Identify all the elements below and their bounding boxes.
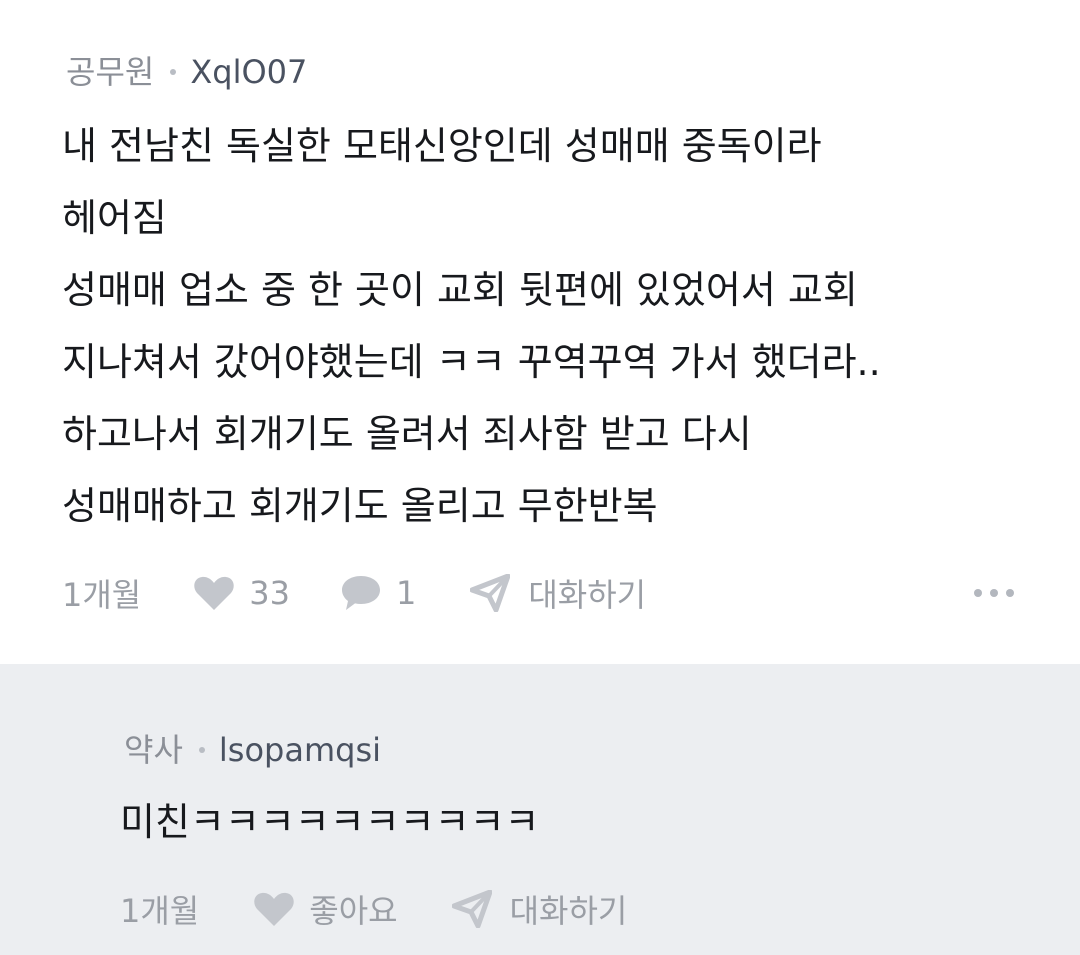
post-card: 공무원 XqlO07 내 전남친 독실한 모태신앙인데 성매매 중독이라 헤어짐… (0, 0, 1080, 664)
reply-section: 약사 lsopamqsi 미친ㅋㅋㅋㅋㅋㅋㅋㅋㅋㅋ 1개월 좋아요 대화하기 (0, 664, 1080, 955)
send-icon (470, 574, 511, 612)
heart-icon (194, 576, 234, 610)
heart-icon (254, 892, 294, 926)
post-time: 1개월 (62, 576, 142, 614)
reply-author-job: 약사 (124, 731, 183, 769)
post-action-bar: 1개월 33 1 대화하기 (62, 563, 646, 623)
reply-time: 1개월 (120, 892, 200, 930)
chat-button[interactable]: 대화하기 (470, 570, 646, 616)
dot (1006, 589, 1014, 597)
post-body-line: 성매매 업소 중 한 곳이 교회 뒷편에 있었어서 교회 (62, 268, 858, 312)
send-icon (451, 890, 492, 928)
post-body-line: 지나쳐서 갔어야했는데 ㅋㅋ 꾸역꾸역 가서 했더라.. (62, 340, 881, 384)
separator-dot (170, 69, 177, 75)
reply-text: 미친ㅋㅋㅋㅋㅋㅋㅋㅋㅋㅋ (120, 800, 540, 844)
post-body: 내 전남친 독실한 모태신앙인데 성매매 중독이라 헤어짐 성매매 업소 중 한… (62, 110, 881, 542)
post-body-line: 성매매하고 회개기도 올리고 무한반복 (62, 484, 658, 528)
comment-button[interactable]: 1 (340, 574, 416, 612)
like-count: 33 (249, 574, 290, 612)
reply-author-meta[interactable]: 약사 lsopamqsi (124, 730, 381, 770)
post-author-job: 공무원 (66, 53, 155, 91)
reply-action-bar: 1개월 좋아요 대화하기 (120, 879, 627, 939)
separator-dot (198, 747, 205, 753)
like-button[interactable]: 33 (193, 574, 290, 612)
post-body-line: 내 전남친 독실한 모태신앙인데 성매매 중독이라 (62, 124, 822, 168)
dot (990, 589, 998, 597)
comment-count: 1 (395, 574, 417, 612)
chat-label: 대화하기 (528, 576, 647, 614)
reply-chat-button[interactable]: 대화하기 (451, 886, 628, 932)
reply-body: 미친ㅋㅋㅋㅋㅋㅋㅋㅋㅋㅋ (120, 786, 540, 858)
reply-chat-label: 대화하기 (509, 892, 628, 930)
dot (974, 589, 982, 597)
post-body-line: 하고나서 회개기도 올려서 죄사함 받고 다시 (62, 412, 752, 456)
more-dots-icon[interactable] (974, 589, 1014, 597)
post-author-meta[interactable]: 공무원 XqlO07 (66, 52, 307, 92)
reply-author-nickname[interactable]: lsopamqsi (219, 730, 381, 770)
post-author-nickname[interactable]: XqlO07 (190, 52, 307, 92)
reply-like-button[interactable]: 좋아요 (253, 886, 398, 932)
post-body-line: 헤어짐 (62, 196, 167, 240)
comment-bubble-icon (341, 576, 380, 610)
reply-like-label: 좋아요 (309, 892, 398, 930)
